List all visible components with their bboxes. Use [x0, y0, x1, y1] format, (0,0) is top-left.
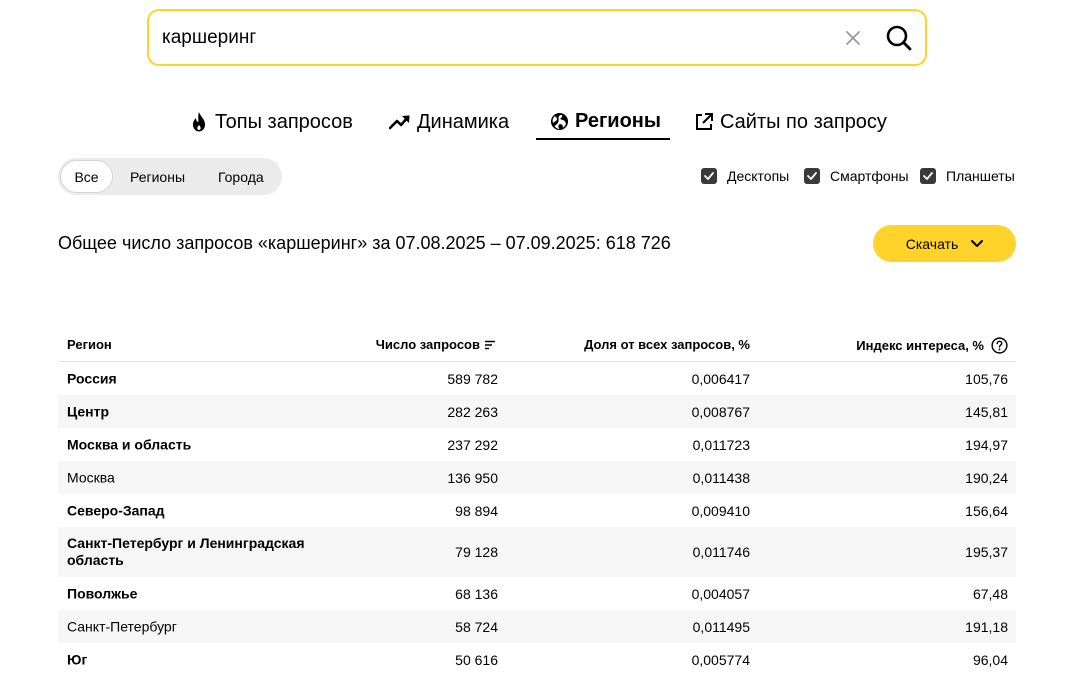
header-index[interactable]: Индекс интереса, % — [856, 337, 1008, 354]
share-cell: 0,011438 — [692, 469, 750, 486]
regions-table: Регион Число запросов Доля от всех запро… — [58, 327, 1016, 676]
share-cell: 0,011746 — [692, 544, 750, 560]
tab-top-queries[interactable]: Топы запросов — [189, 104, 353, 140]
search-box — [147, 9, 927, 66]
region-cell: Юг — [67, 651, 88, 667]
header-region[interactable]: Регион — [67, 337, 112, 352]
header-share[interactable]: Доля от всех запросов, % — [584, 337, 750, 352]
table-row[interactable]: Москва и область 237 292 0,011723 194,97 — [58, 428, 1016, 461]
segment-regions[interactable]: Регионы — [130, 158, 185, 195]
fire-icon — [193, 112, 205, 132]
check-icon — [704, 172, 714, 180]
count-cell: 79 128 — [455, 544, 498, 560]
region-cell: Москва и область — [67, 436, 192, 452]
smartphone-checkbox[interactable] — [804, 168, 820, 184]
index-cell: 191,18 — [965, 618, 1008, 635]
table-body: Россия 589 782 0,006417 105,76 Центр 282 263 0… — [58, 362, 1016, 676]
search-button[interactable] — [884, 23, 914, 53]
tablet-checkbox[interactable] — [920, 168, 936, 184]
tab-label: Регионы — [575, 109, 661, 132]
download-button[interactable]: Скачать — [873, 225, 1016, 262]
check-icon — [807, 172, 817, 180]
globe-icon — [550, 112, 569, 130]
device-tablet[interactable]: Планшеты — [920, 168, 1015, 184]
device-label: Десктопы — [727, 168, 790, 184]
share-cell: 0,006417 — [691, 370, 750, 387]
index-cell: 145,81 — [965, 403, 1008, 420]
table-row[interactable]: Центр 282 263 0,008767 145,81 — [58, 395, 1016, 428]
tab-bar: Топы запросов Динамика Регионы Сайты по … — [0, 104, 1080, 140]
region-cell: Поволжье — [67, 585, 138, 601]
table-row[interactable]: Россия 589 782 0,006417 105,76 — [58, 362, 1016, 395]
share-cell: 0,011723 — [692, 436, 750, 453]
index-cell: 67,48 — [972, 585, 1008, 602]
tab-regions[interactable]: Регионы — [536, 104, 670, 140]
search-icon — [886, 25, 912, 51]
total-queries-summary: Общее число запросов «каршеринг» за 07.0… — [58, 233, 671, 253]
region-cell: Россия — [67, 370, 117, 386]
table-row[interactable]: Поволжье 68 136 0,004057 67,48 — [58, 577, 1016, 610]
share-cell: 0,009410 — [691, 502, 750, 519]
index-cell: 194,97 — [965, 436, 1008, 453]
table-row[interactable]: Северо-Запад 98 894 0,009410 156,64 — [58, 494, 1016, 527]
header-count[interactable]: Число запросов — [376, 337, 496, 352]
count-cell: 50 616 — [455, 651, 498, 668]
help-icon[interactable] — [991, 337, 1008, 354]
table-header: Регион Число запросов Доля от всех запро… — [58, 327, 1016, 362]
trend-up-icon — [389, 115, 410, 130]
header-index-label: Индекс интереса, % — [856, 338, 984, 353]
segment-all[interactable]: Все — [60, 160, 113, 193]
external-link-icon — [696, 113, 713, 130]
tab-sites[interactable]: Сайты по запросу — [694, 104, 887, 140]
table-row[interactable]: Санкт-Петербург 58 724 0,011495 191,18 — [58, 610, 1016, 643]
close-icon — [846, 31, 860, 45]
tab-label: Сайты по запросу — [720, 110, 887, 133]
index-cell: 195,37 — [965, 544, 1008, 560]
index-cell: 190,24 — [965, 469, 1008, 486]
header-count-label: Число запросов — [375, 337, 480, 352]
table-row[interactable]: Юг 50 616 0,005774 96,04 — [58, 643, 1016, 676]
search-input[interactable] — [162, 22, 822, 53]
chevron-down-icon — [971, 239, 984, 247]
table-row[interactable]: Санкт-Петербург и Ленинградская область 7… — [58, 527, 1016, 577]
index-cell: 156,64 — [965, 502, 1008, 519]
region-cell: Санкт-Петербург и Ленинградская область — [67, 535, 305, 568]
device-label: Планшеты — [946, 168, 1015, 184]
tab-dynamics[interactable]: Динамика — [389, 104, 509, 140]
count-cell: 282 263 — [447, 403, 498, 420]
check-icon — [923, 172, 933, 180]
download-label: Скачать — [905, 235, 959, 252]
count-cell: 136 950 — [447, 469, 498, 486]
device-smartphone[interactable]: Смартфоны — [804, 168, 909, 184]
count-cell: 68 136 — [455, 585, 498, 602]
tab-label: Топы запросов — [215, 110, 353, 133]
share-cell: 0,005774 — [691, 651, 750, 668]
region-cell: Санкт-Петербург — [67, 618, 177, 634]
region-cell: Москва — [67, 469, 115, 485]
index-cell: 105,76 — [965, 370, 1008, 387]
count-cell: 589 782 — [447, 370, 498, 387]
share-cell: 0,008767 — [691, 403, 750, 420]
index-cell: 96,04 — [972, 651, 1008, 668]
device-desktop[interactable]: Десктопы — [701, 168, 789, 184]
region-cell: Северо-Запад — [67, 502, 165, 518]
share-cell: 0,011495 — [692, 618, 750, 635]
region-cell: Центр — [67, 403, 110, 419]
count-cell: 237 292 — [447, 436, 498, 453]
desktop-checkbox[interactable] — [701, 168, 717, 184]
device-label: Смартфоны — [830, 168, 909, 184]
sort-icon — [485, 340, 495, 349]
count-cell: 58 724 — [455, 618, 498, 635]
clear-button[interactable] — [842, 27, 864, 49]
segment-cities[interactable]: Города — [218, 158, 264, 195]
share-cell: 0,004057 — [691, 585, 750, 602]
table-row[interactable]: Москва 136 950 0,011438 190,24 — [58, 461, 1016, 494]
tab-label: Динамика — [417, 110, 510, 133]
count-cell: 98 894 — [455, 502, 498, 519]
region-type-switch: Все Регионы Города — [58, 158, 282, 195]
